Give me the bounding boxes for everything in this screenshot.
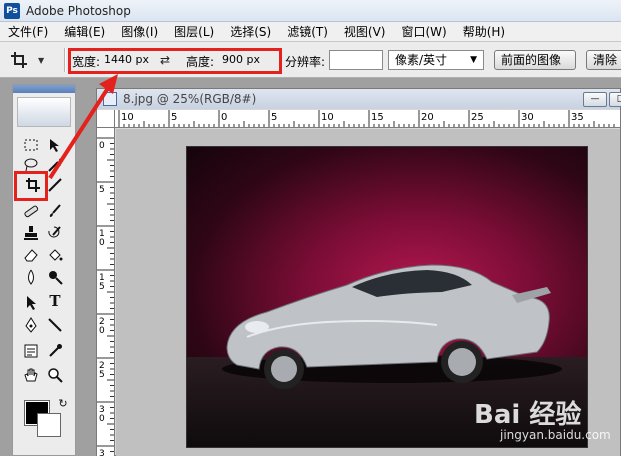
annotation-arrow bbox=[48, 74, 118, 180]
baidu-watermark-url: jingyan.baidu.com bbox=[500, 428, 611, 442]
photoshop-window: Ps Adobe Photoshop 文件(F) 编辑(E) 图像(I) 图层(… bbox=[0, 0, 621, 456]
baidu-watermark-logo: Bai 经验 bbox=[474, 400, 582, 430]
